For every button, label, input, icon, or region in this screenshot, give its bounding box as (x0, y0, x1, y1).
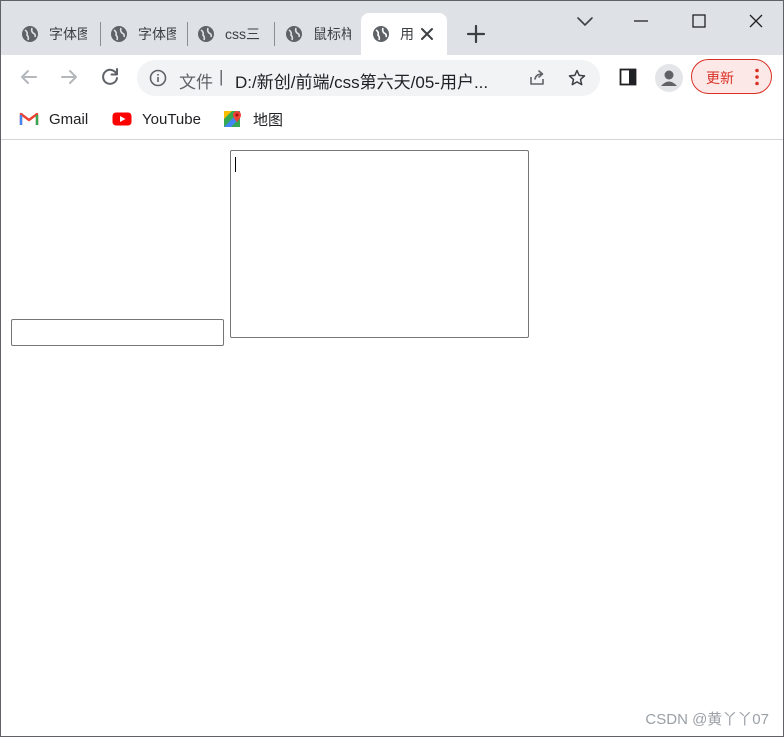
tab-title: 字体图 (49, 26, 87, 42)
more-menu-icon[interactable] (754, 67, 760, 87)
bookmark-label: Gmail (49, 110, 89, 128)
scheme-divider: | (219, 67, 224, 86)
new-tab-icon[interactable] (464, 22, 488, 46)
back-arrow-icon[interactable] (17, 65, 41, 89)
close-tab-icon[interactable] (417, 24, 437, 44)
bookmarks-bar: Gmail YouTube 地图 (1, 101, 783, 140)
tab-title: 用 (400, 26, 414, 42)
bookmark-youtube[interactable]: YouTube (112, 109, 201, 129)
maps-icon (223, 110, 243, 128)
globe-icon (372, 25, 390, 43)
bookmark-label: 地图 (253, 111, 284, 129)
tab-1[interactable]: 字体图 (1, 13, 99, 55)
bookmark-label: YouTube (142, 110, 201, 128)
address-bar[interactable]: 文件 | D:/新创/前端/css第六天/05-用户... (137, 60, 600, 96)
info-icon[interactable] (149, 69, 167, 87)
minimize-icon[interactable] (629, 9, 653, 33)
close-window-icon[interactable] (744, 9, 768, 33)
tab-4[interactable]: 鼠标样 (265, 13, 363, 55)
text-area[interactable] (230, 150, 529, 338)
share-icon[interactable] (527, 68, 547, 88)
tab-title: 鼠标样 (313, 26, 351, 42)
tab-title: 字体图 (138, 26, 176, 42)
reload-icon[interactable] (98, 65, 122, 89)
tab-title: css三 (225, 26, 260, 42)
watermark: CSDN @黄丫丫07 (645, 711, 769, 728)
globe-icon (197, 25, 215, 43)
forward-arrow-icon[interactable] (57, 65, 81, 89)
tab-strip: 字体图 字体图 css三 鼠标样 用 (1, 1, 783, 55)
globe-icon (110, 25, 128, 43)
side-panel-icon[interactable] (618, 67, 638, 87)
update-button[interactable]: 更新 (691, 59, 772, 94)
url-text[interactable]: D:/新创/前端/css第六天/05-用户... (235, 68, 488, 93)
youtube-icon (112, 110, 132, 128)
text-input[interactable] (11, 319, 224, 346)
tab-2[interactable]: 字体图 (90, 13, 188, 55)
scheme-label: 文件 (179, 73, 213, 92)
tab-active[interactable]: 用 (361, 13, 447, 55)
browser-toolbar: 文件 | D:/新创/前端/css第六天/05-用户... 更新 (1, 55, 783, 101)
maximize-icon[interactable] (687, 9, 711, 33)
bookmark-star-icon[interactable] (567, 68, 587, 88)
bookmark-gmail[interactable]: Gmail (19, 109, 88, 129)
gmail-icon (19, 110, 39, 128)
globe-icon (285, 25, 303, 43)
bookmark-maps[interactable]: 地图 (223, 109, 283, 129)
profile-avatar-icon[interactable] (655, 64, 683, 92)
tab-3[interactable]: css三 (177, 13, 275, 55)
browser-window: 字体图 字体图 css三 鼠标样 用 文件 | D:/新创/前端/css第六天/… (0, 0, 784, 737)
globe-icon (21, 25, 39, 43)
tab-search-chevron-icon[interactable] (573, 9, 597, 33)
update-label: 更新 (706, 70, 734, 86)
text-caret (235, 157, 236, 172)
page-content: CSDN @黄丫丫07 (1, 140, 783, 736)
